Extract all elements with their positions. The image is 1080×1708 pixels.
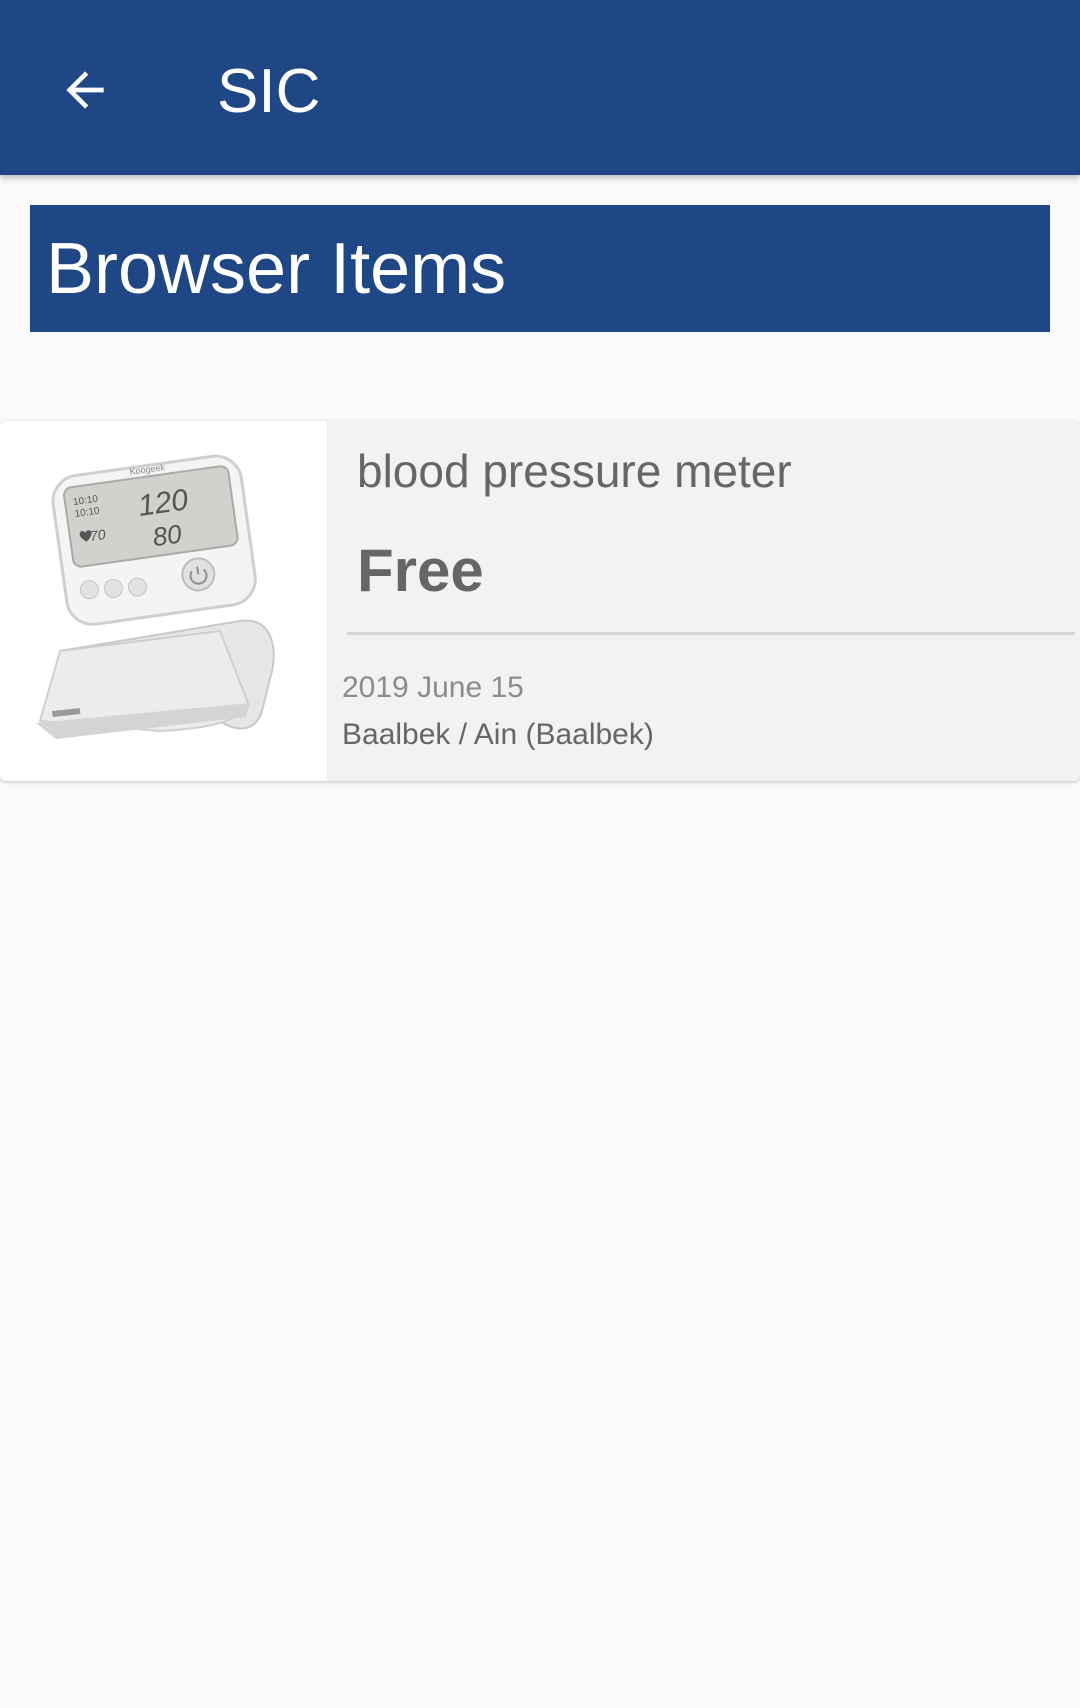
monitor-systolic: 120 bbox=[136, 483, 190, 523]
item-title: blood pressure meter bbox=[357, 445, 792, 497]
item-price: Free bbox=[357, 537, 484, 604]
back-button[interactable] bbox=[40, 45, 130, 135]
section-title: Browser Items bbox=[46, 229, 507, 309]
divider bbox=[347, 632, 1075, 635]
monitor-pulse: 70 bbox=[89, 526, 107, 544]
item-location: Baalbek / Ain (Baalbek) bbox=[342, 718, 654, 751]
item-thumbnail: Koogeek 10:10 10:10 120 80 70 bbox=[0, 421, 326, 781]
app-title: SIC bbox=[217, 57, 321, 126]
blood-pressure-monitor-image: Koogeek 10:10 10:10 120 80 70 bbox=[36, 454, 275, 739]
item-date: 2019 June 15 bbox=[342, 671, 524, 704]
section-header: Browser Items bbox=[30, 205, 1050, 332]
arrow-left-icon bbox=[66, 71, 104, 109]
monitor-diastolic: 80 bbox=[151, 518, 184, 552]
app-bar: SIC bbox=[0, 0, 1080, 175]
list-item[interactable]: Koogeek 10:10 10:10 120 80 70 blood pres… bbox=[0, 421, 1080, 781]
